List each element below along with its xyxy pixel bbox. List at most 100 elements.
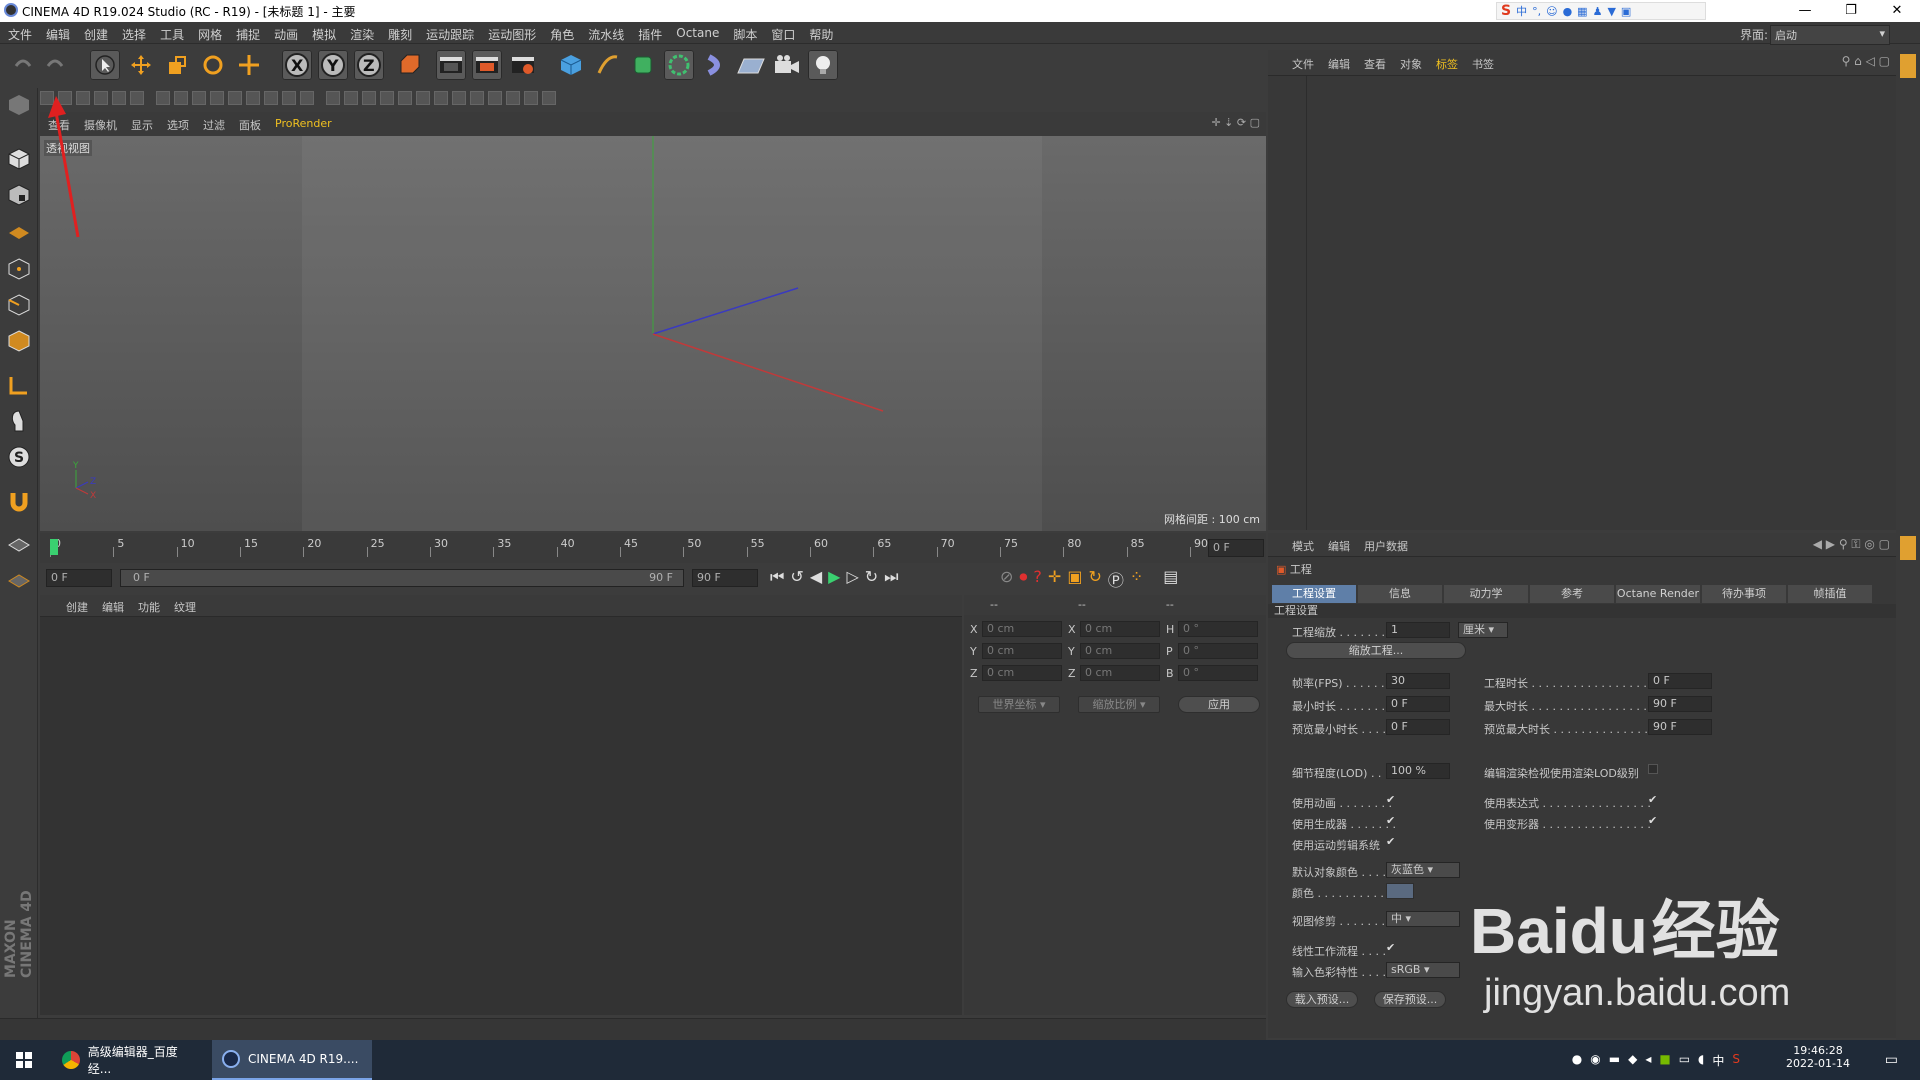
preview-range-slider[interactable]: 0 F 90 F <box>120 569 684 587</box>
sub-toolbar-icon[interactable] <box>94 91 108 105</box>
menu-item[interactable]: 模拟 <box>312 26 336 43</box>
ime-grid-icon[interactable]: ▣ <box>1621 5 1631 18</box>
cube-icon[interactable] <box>556 50 586 80</box>
object-menu-item[interactable]: 编辑 <box>1328 56 1350 72</box>
tray-icons[interactable]: ● ◉ ▬ ◆ ◂ ■ ▭ ◖ 中 S <box>1572 1052 1740 1069</box>
sub-toolbar-icon[interactable] <box>452 91 466 105</box>
prev-key-icon[interactable]: ↺ <box>790 567 803 587</box>
notification-icon[interactable]: ▭ <box>1885 1052 1898 1068</box>
attribute-nav-icons[interactable]: ◀ ▶ ⚲ ⚿ ◎ ▢ <box>1813 537 1890 552</box>
qq-icon[interactable]: ● <box>1572 1052 1582 1069</box>
menu-item[interactable]: 帮助 <box>809 26 833 43</box>
sub-toolbar-icon[interactable] <box>112 91 126 105</box>
use-expressions-checkbox[interactable]: ✔ <box>1648 793 1657 806</box>
apply-button[interactable]: 应用 <box>1178 696 1260 713</box>
menu-item[interactable]: 网格 <box>198 26 222 43</box>
select-arrow-icon[interactable] <box>90 50 120 80</box>
sub-toolbar-icon[interactable] <box>264 91 278 105</box>
menu-item[interactable]: 文件 <box>8 26 32 43</box>
viewport-menu-item[interactable]: 摄像机 <box>84 117 117 133</box>
timeline-window-icon[interactable]: ▤ <box>1163 567 1178 591</box>
light-icon[interactable] <box>808 50 838 80</box>
current-frame-field[interactable]: 0 F <box>1208 539 1264 557</box>
floor-icon[interactable] <box>736 50 766 80</box>
menu-item[interactable]: 运动图形 <box>488 26 536 43</box>
interface-dropdown[interactable]: 启动 ▾ <box>1770 25 1890 45</box>
menu-item[interactable]: 工具 <box>160 26 184 43</box>
render-view-icon[interactable] <box>436 50 466 80</box>
use-deformers-checkbox[interactable]: ✔ <box>1648 814 1657 827</box>
close-button[interactable]: ✕ <box>1874 0 1920 22</box>
shield-icon[interactable]: ◆ <box>1628 1052 1637 1069</box>
menu-item[interactable]: 流水线 <box>588 26 624 43</box>
perspective-viewport[interactable]: 透视视图 Y Z X 网格间距 : 100 cm <box>40 136 1266 531</box>
use-motion-checkbox[interactable]: ✔ <box>1386 835 1395 848</box>
lod-render-checkbox[interactable] <box>1648 764 1658 774</box>
object-toolbar-icons[interactable]: ⚲ ⌂ ◁ ▢ <box>1842 54 1890 68</box>
viewport-menu-item[interactable]: ProRender <box>275 117 332 133</box>
steam-icon[interactable]: ◉ <box>1590 1052 1600 1069</box>
start-frame-field[interactable]: 0 F <box>46 569 112 587</box>
array-icon[interactable] <box>664 50 694 80</box>
edges-mode-icon[interactable] <box>4 290 34 320</box>
sub-toolbar-icon[interactable] <box>130 91 144 105</box>
scale-field[interactable]: 1 <box>1386 622 1450 638</box>
viewport-nav-icons[interactable]: ✛ ⇣ ⟳ ▢ <box>1211 116 1260 129</box>
timeline-ruler[interactable]: 051015202530354045505560657075808590 0 F <box>40 533 1266 563</box>
sub-toolbar-icon[interactable] <box>300 91 314 105</box>
input-color-dropdown[interactable]: sRGB ▾ <box>1386 962 1460 978</box>
workplane-grid-icon[interactable] <box>4 564 34 594</box>
ime-tray[interactable]: 中 <box>1712 1052 1724 1069</box>
model-mode-icon[interactable] <box>4 144 34 174</box>
color-swatch[interactable] <box>1386 883 1414 899</box>
menu-item[interactable]: 角色 <box>550 26 574 43</box>
render-settings-icon[interactable] <box>508 50 538 80</box>
menu-item[interactable]: 捕捉 <box>236 26 260 43</box>
move-icon[interactable] <box>126 50 156 80</box>
sub-toolbar-icon[interactable] <box>398 91 412 105</box>
end-frame-field[interactable]: 90 F <box>692 569 758 587</box>
sub-toolbar-icon[interactable] <box>524 91 538 105</box>
ime-mic-icon[interactable]: ● <box>1563 5 1573 18</box>
attribute-tab[interactable]: 工程设置 <box>1272 585 1356 603</box>
viewport-menu-item[interactable]: 选项 <box>167 117 189 133</box>
ime-user-icon[interactable]: ♟ <box>1593 5 1603 18</box>
material-menu-item[interactable]: 纹理 <box>174 599 196 615</box>
sub-toolbar-icon[interactable] <box>246 91 260 105</box>
lock-workplane-icon[interactable] <box>4 528 34 558</box>
key-rotation-icon[interactable]: ↻ <box>1088 567 1101 591</box>
attribute-tab[interactable]: 待办事项 <box>1702 585 1786 603</box>
texture-mode-icon[interactable] <box>4 180 34 210</box>
duration-field[interactable]: 0 F <box>1648 673 1712 689</box>
max-time-field[interactable]: 90 F <box>1648 696 1712 712</box>
coord-rotation-field[interactable]: 0 ° <box>1178 643 1258 659</box>
points-mode-icon[interactable] <box>4 254 34 284</box>
pen-spline-icon[interactable] <box>592 50 622 80</box>
network-icon[interactable]: ▭ <box>1679 1052 1690 1069</box>
material-menu-item[interactable]: 编辑 <box>102 599 124 615</box>
menu-item[interactable]: 插件 <box>638 26 662 43</box>
menu-item[interactable]: 脚本 <box>733 26 757 43</box>
load-preset-button[interactable]: 载入预设... <box>1286 991 1358 1008</box>
coord-rotation-field[interactable]: 0 ° <box>1178 621 1258 637</box>
keyframe-selection-icon[interactable]: ? <box>1033 567 1042 591</box>
ime-mode[interactable]: 中 <box>1516 3 1527 19</box>
menu-item[interactable]: 选择 <box>122 26 146 43</box>
nvidia-icon[interactable]: ■ <box>1659 1052 1670 1069</box>
menu-item[interactable]: Octane <box>676 26 719 43</box>
sub-toolbar-icon[interactable] <box>326 91 340 105</box>
auto-key-icon[interactable]: ⏺ <box>1019 567 1027 591</box>
world-coords-dropdown[interactable]: 世界坐标 ▾ <box>978 696 1060 713</box>
fps-field[interactable]: 30 <box>1386 673 1450 689</box>
taskbar-app-chrome[interactable]: 高级编辑器_百度经... <box>52 1040 210 1080</box>
coord-position-field[interactable]: 0 cm <box>982 665 1062 681</box>
goto-end-icon[interactable]: ⏭ <box>884 567 898 587</box>
y-axis-icon[interactable]: Y <box>318 50 348 80</box>
sub-toolbar-icon[interactable] <box>228 91 242 105</box>
material-menu-item[interactable]: 创建 <box>66 599 88 615</box>
coord-position-field[interactable]: 0 cm <box>982 621 1062 637</box>
coordinate-system-icon[interactable] <box>394 50 424 80</box>
lod-field[interactable]: 100 % <box>1386 763 1450 779</box>
sub-toolbar-icon[interactable] <box>156 91 170 105</box>
object-menu-item[interactable]: 对象 <box>1400 56 1422 72</box>
